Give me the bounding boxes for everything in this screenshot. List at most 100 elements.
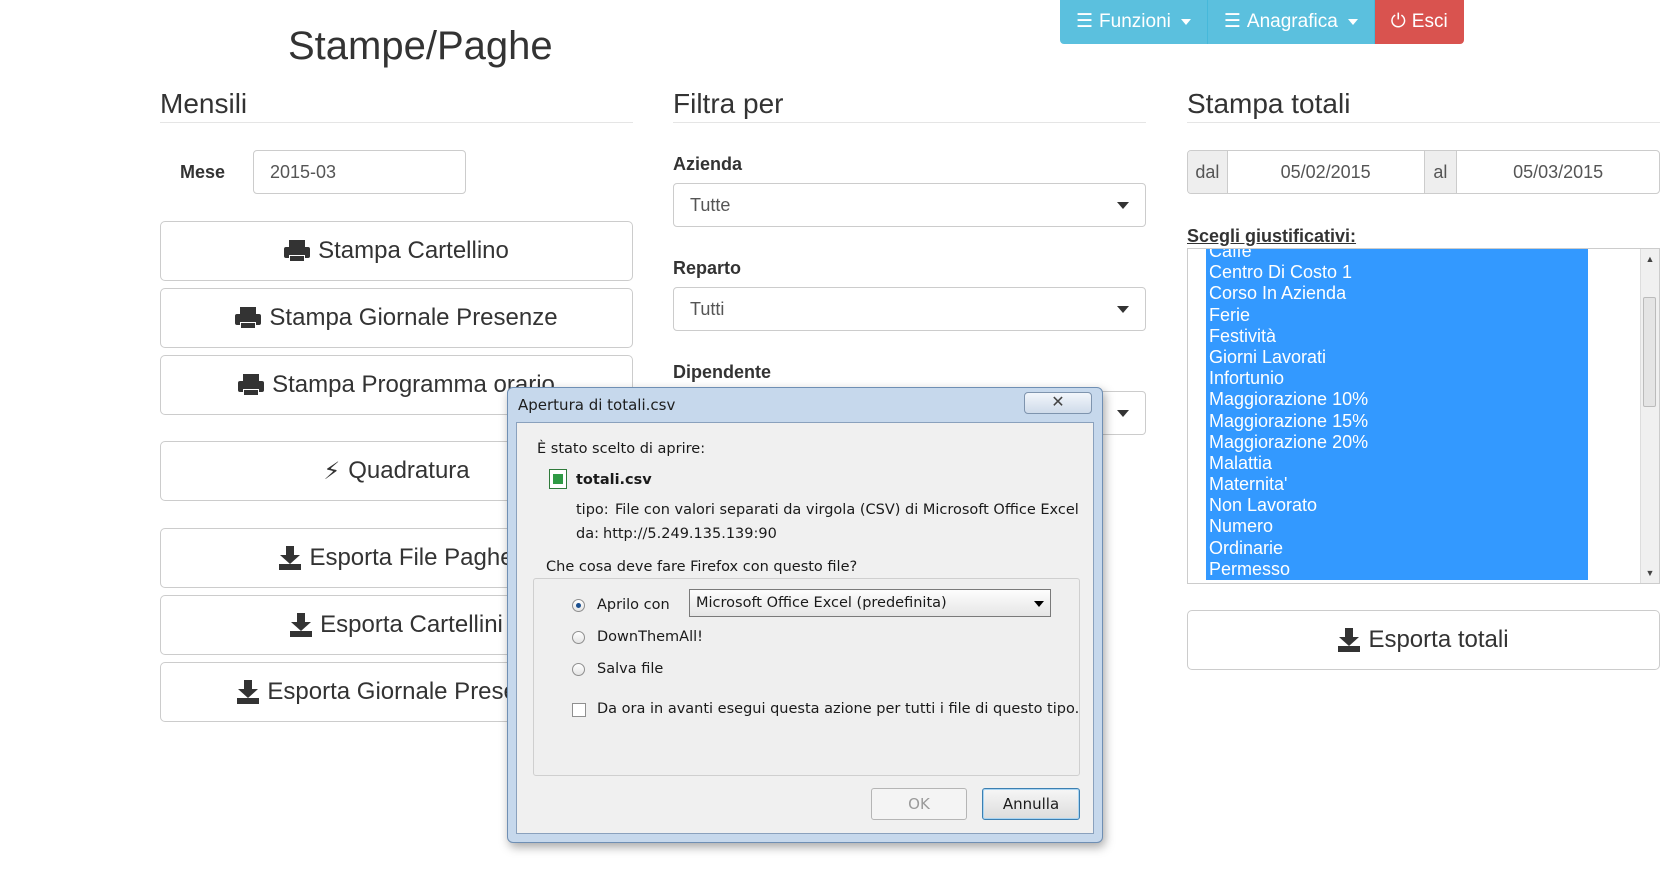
da-value: http://5.249.135.139:90	[603, 526, 777, 542]
mese-input[interactable]: 2015-03	[253, 150, 466, 194]
esporta-paghe-label: Esporta File Paghe	[309, 544, 514, 571]
caret-down-icon	[1347, 19, 1358, 25]
stampa-cartellino-button[interactable]: Stampa Cartellino	[160, 221, 633, 281]
date-range-group: dal 05/02/2015 al 05/03/2015	[1187, 150, 1660, 194]
giustificativo-option[interactable]: Permesso	[1206, 558, 1588, 580]
scrollbar-thumb[interactable]	[1643, 297, 1656, 407]
quadratura-label: Quadratura	[348, 457, 470, 484]
power-icon: ⏻	[1390, 11, 1406, 32]
totali-title: Stampa totali	[1187, 88, 1351, 119]
azienda-value: Tutte	[690, 194, 731, 215]
reparto-value: Tutti	[690, 298, 725, 319]
save-file-label[interactable]: Salva file	[597, 661, 663, 677]
listbox-scrollbar[interactable]: ▲ ▼	[1640, 249, 1659, 583]
caret-down-icon	[1117, 201, 1129, 209]
mensili-title: Mensili	[160, 88, 248, 119]
scroll-up-icon[interactable]: ▲	[1641, 251, 1659, 267]
giustificativo-option[interactable]: Maternita'	[1206, 474, 1588, 496]
giustificativo-option[interactable]: Centro Di Costo 1	[1206, 262, 1588, 284]
csv-file-icon	[549, 469, 567, 489]
giustificativo-option[interactable]: Ferie	[1206, 304, 1588, 326]
list-icon: ☰	[1223, 11, 1241, 32]
esci-label: Esci	[1411, 11, 1448, 32]
reparto-label: Reparto	[673, 258, 742, 278]
al-addon: al	[1424, 151, 1458, 193]
page-title: Stampe/Paghe	[288, 24, 553, 68]
anagrafica-label: Anagrafica	[1246, 11, 1338, 32]
radio-save-file[interactable]	[572, 663, 585, 676]
divider	[160, 122, 633, 123]
radio-downthemall[interactable]	[572, 631, 585, 644]
esporta-cartellini-label: Esporta Cartellini	[320, 611, 503, 638]
caret-down-icon	[1117, 305, 1129, 313]
print-icon	[238, 374, 265, 396]
download-icon	[279, 546, 302, 570]
ok-button[interactable]: OK	[871, 788, 967, 820]
close-icon[interactable]: ✕	[1024, 392, 1092, 414]
giustificativo-option[interactable]: Non Lavorato	[1206, 495, 1588, 517]
funzioni-menu-button[interactable]: ☰ Funzioni	[1060, 0, 1208, 44]
print-icon	[235, 307, 262, 329]
dal-addon: dal	[1188, 151, 1228, 193]
bolt-icon: ⚡	[323, 457, 341, 485]
giustificativi-listbox[interactable]: Caffe Centro Di Costo 1 Corso In Azienda Fe…	[1187, 248, 1660, 584]
giustificativo-option[interactable]: Corso In Azienda	[1206, 283, 1588, 305]
top-navbar: ☰ Funzioni ☰ Anagrafica ⏻ Esci	[1060, 0, 1464, 44]
divider	[1187, 122, 1660, 123]
esporta-totali-button[interactable]: Esporta totali	[1187, 610, 1660, 670]
giustificativo-option[interactable]: Maggiorazione 10%	[1206, 389, 1588, 411]
dipendente-label: Dipendente	[673, 362, 772, 382]
caret-down-icon	[1117, 409, 1129, 417]
divider	[673, 122, 1146, 123]
esporta-totali-label: Esporta totali	[1368, 626, 1509, 653]
caret-down-icon	[1180, 19, 1191, 25]
giustificativo-option[interactable]: Giorni Lavorati	[1206, 346, 1588, 369]
anagrafica-menu-button[interactable]: ☰ Anagrafica	[1207, 0, 1375, 44]
giustificativo-option[interactable]: Malattia	[1206, 452, 1588, 475]
remember-checkbox[interactable]	[572, 703, 586, 717]
giustificativo-option[interactable]: Festività	[1206, 325, 1588, 347]
giustificativi-list: Caffe Centro Di Costo 1 Corso In Azienda Fe…	[1206, 249, 1588, 580]
downthemall-label[interactable]: DownThemAll!	[597, 629, 703, 645]
dialog-body: È stato scelto di aprire: totali.csv tip…	[516, 422, 1094, 834]
stampa-giornale-button[interactable]: Stampa Giornale Presenze	[160, 288, 633, 348]
giustificativo-option[interactable]: Ordinarie	[1206, 537, 1588, 559]
dialog-question: Che cosa deve fare Firefox con questo fi…	[546, 559, 858, 575]
dal-input[interactable]: 05/02/2015	[1228, 151, 1425, 193]
stampa-cartellino-label: Stampa Cartellino	[318, 237, 509, 264]
azienda-label: Azienda	[673, 154, 743, 174]
dialog-intro: È stato scelto di aprire:	[537, 441, 706, 457]
mese-label: Mese	[180, 162, 226, 182]
open-with-label[interactable]: Aprilo con	[597, 597, 670, 613]
download-icon	[290, 613, 313, 637]
funzioni-label: Funzioni	[1099, 11, 1171, 32]
giustificativo-option[interactable]: Maggiorazione 15%	[1206, 410, 1588, 432]
esci-button[interactable]: ⏻ Esci	[1374, 0, 1464, 44]
remember-label[interactable]: Da ora in avanti esegui questa azione pe…	[597, 701, 1079, 717]
download-dialog: Apertura di totali.csv ✕ È stato scelto …	[507, 387, 1103, 843]
radio-open-with[interactable]	[572, 599, 585, 612]
filtra-title: Filtra per	[673, 88, 784, 119]
open-with-app-value: Microsoft Office Excel (predefinita)	[696, 595, 947, 611]
giustificativo-option[interactable]: Maggiorazione 20%	[1206, 431, 1588, 453]
da-label: da:	[576, 526, 599, 542]
stampa-giornale-label: Stampa Giornale Presenze	[269, 304, 558, 331]
download-icon	[1338, 628, 1361, 652]
cancel-button[interactable]: Annulla	[982, 788, 1080, 820]
dialog-filename: totali.csv	[576, 472, 652, 488]
giustificativo-option[interactable]: Caffe	[1206, 249, 1588, 263]
list-icon: ☰	[1076, 11, 1094, 32]
giustificativo-option[interactable]: Numero	[1206, 516, 1588, 538]
giustificativo-option[interactable]: Infortunio	[1206, 368, 1588, 390]
azienda-select[interactable]: Tutte	[673, 183, 1146, 227]
tipo-value: File con valori separati da virgola (CSV…	[615, 502, 1079, 518]
al-input[interactable]: 05/03/2015	[1457, 151, 1659, 193]
download-icon	[237, 680, 260, 704]
print-icon	[284, 240, 311, 262]
mese-value: 2015-03	[270, 161, 337, 182]
scroll-down-icon[interactable]: ▼	[1641, 565, 1659, 581]
open-with-app-select[interactable]: Microsoft Office Excel (predefinita)	[689, 589, 1051, 617]
tipo-label: tipo:	[576, 502, 609, 518]
dialog-title: Apertura di totali.csv	[518, 396, 676, 414]
reparto-select[interactable]: Tutti	[673, 287, 1146, 331]
